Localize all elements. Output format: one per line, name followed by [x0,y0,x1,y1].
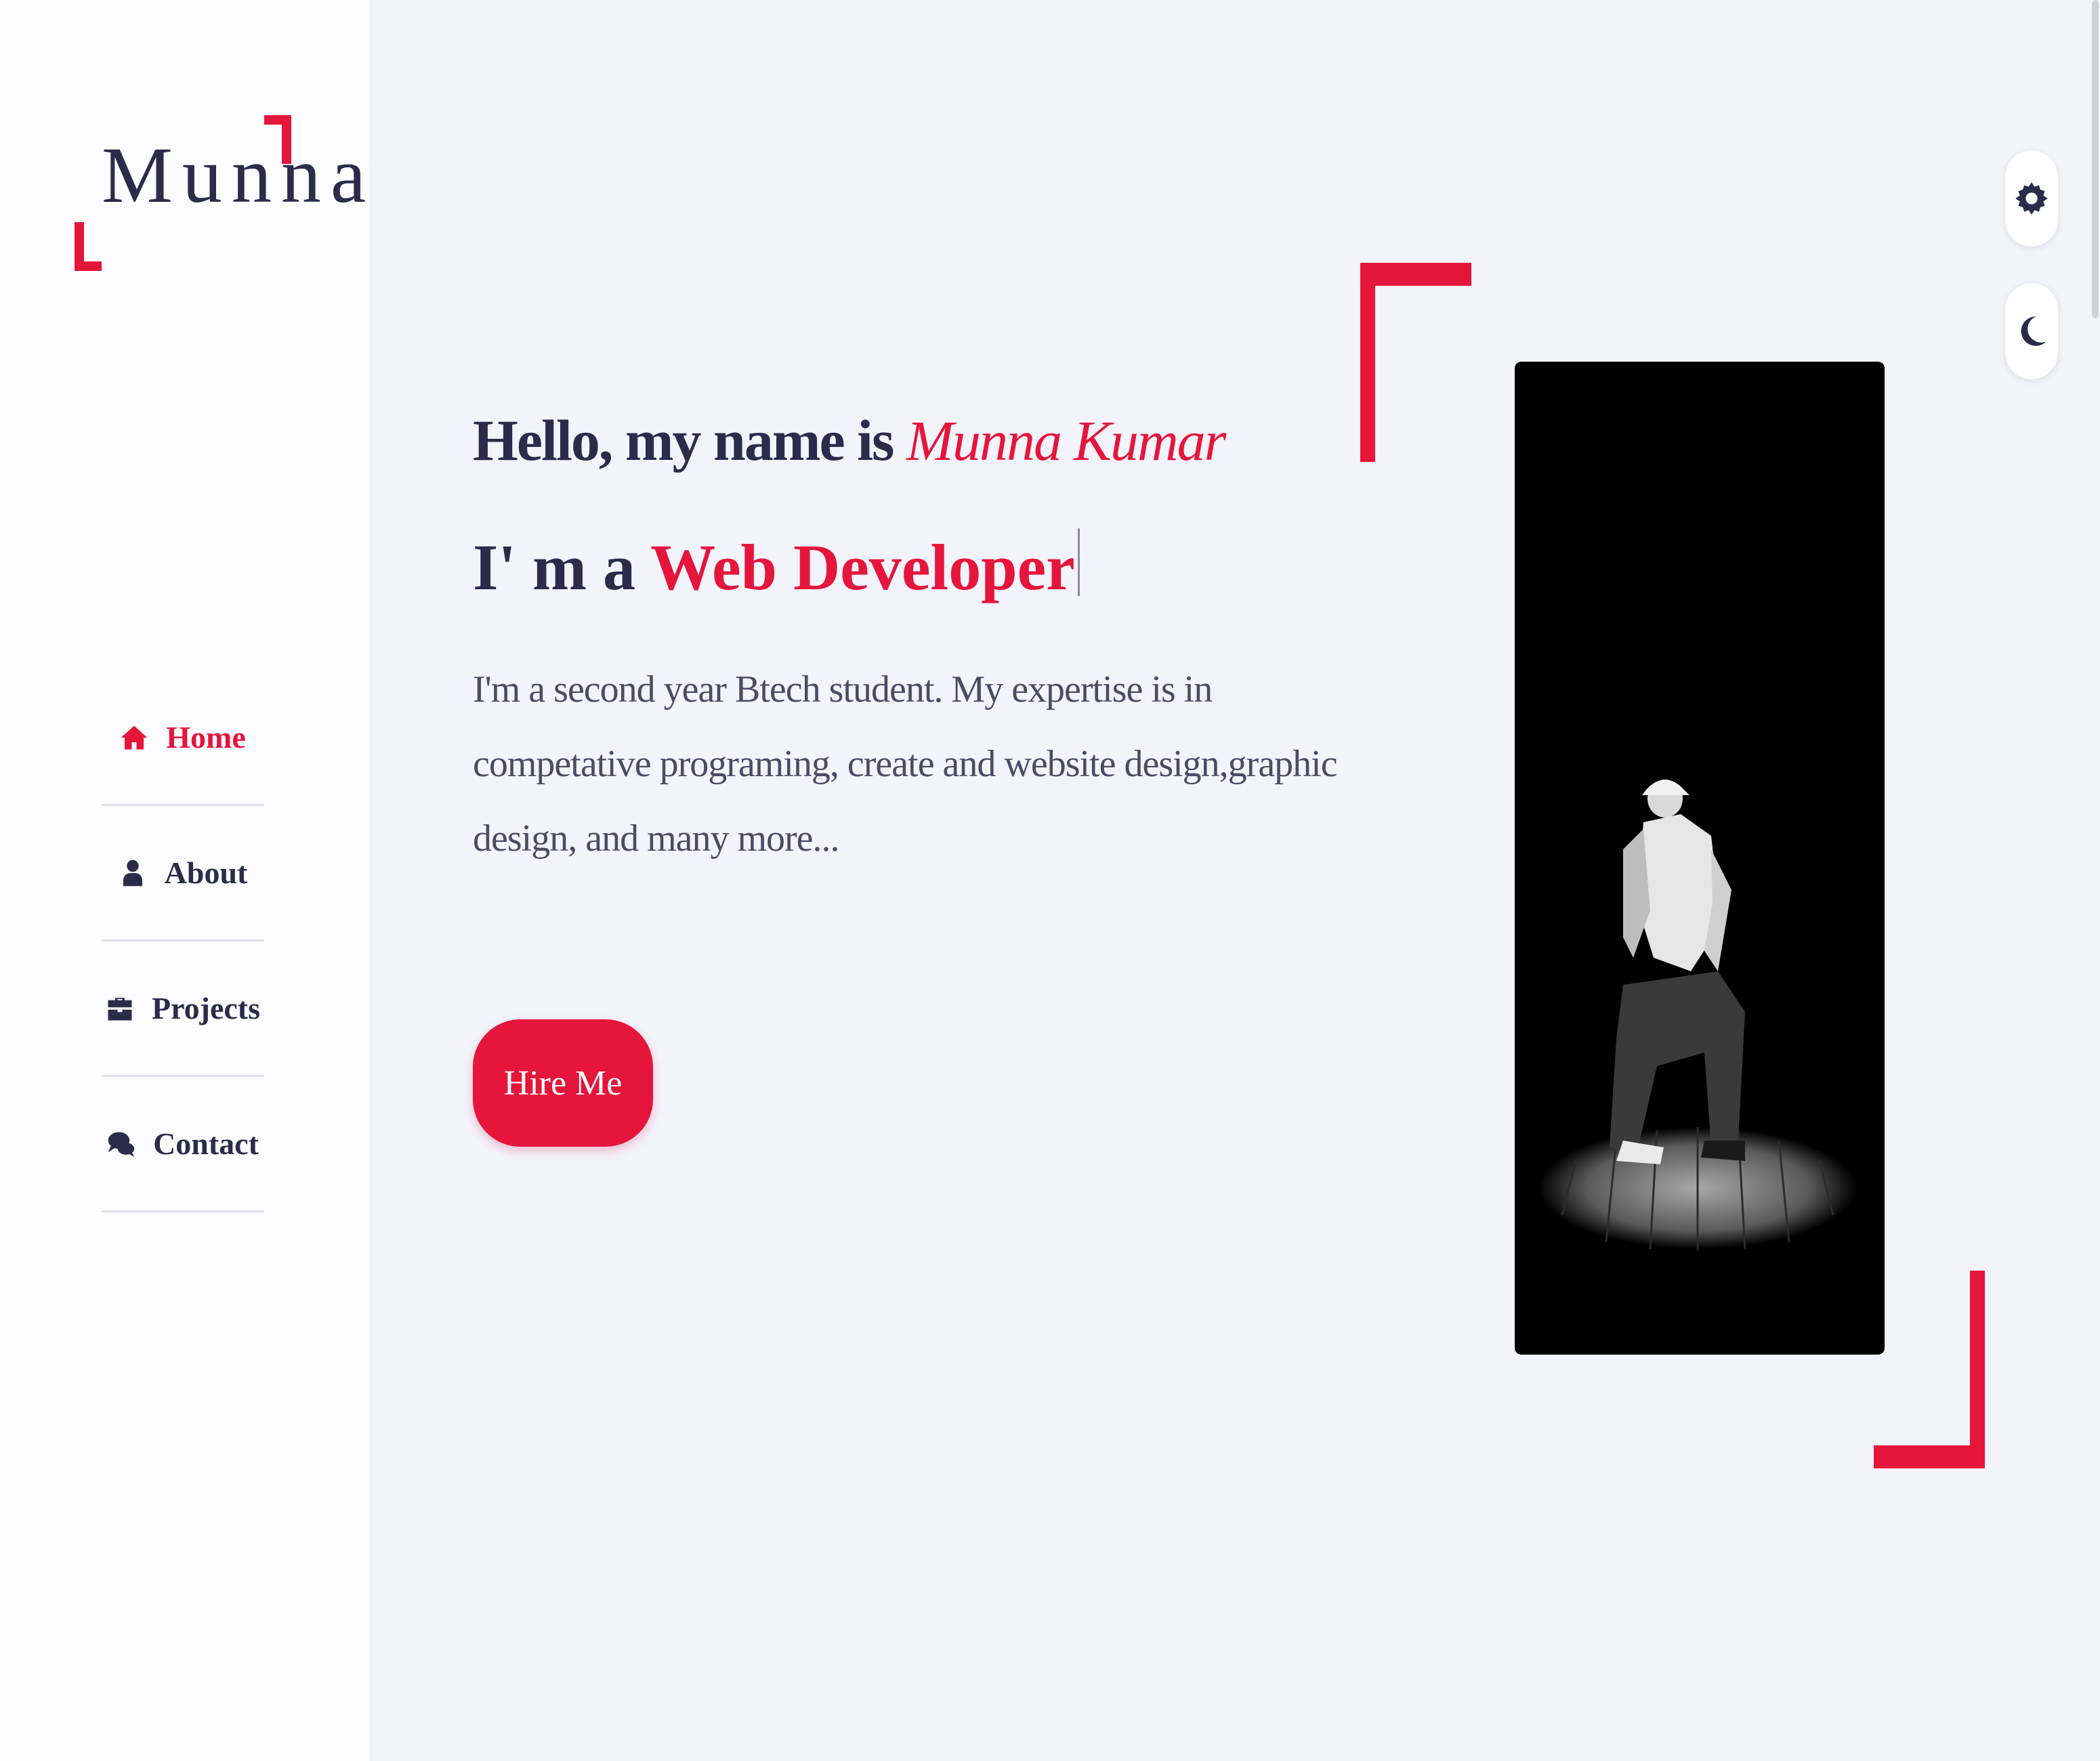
nav-item-label: About [164,855,248,890]
typing-cursor [1077,528,1080,596]
logo[interactable]: Munna [75,115,366,271]
chat-icon [108,1132,135,1157]
nav-item-home[interactable]: Home [102,671,264,806]
hero-section: Hello, my name is Munna Kumar I' m a Web… [473,406,1367,1147]
main-nav: Home About Projects Contact [102,671,264,1212]
theme-toggle-button[interactable] [2005,283,2058,379]
decor-corner-bottom-right [1874,1271,1985,1468]
gear-icon [2015,182,2048,215]
profile-photo-illustration [1515,362,1885,1355]
sidebar: Munna Home About Projects Contact [0,0,371,1761]
profile-photo [1515,362,1885,1355]
hero-bio: I'm a second year Btech student. My expe… [473,669,1338,860]
user-icon [123,860,142,886]
logo-corner-bottom-left [75,222,102,271]
briefcase-icon [108,997,132,1020]
settings-button[interactable] [2005,150,2058,247]
hero-role: I' m a Web Developer [473,528,1367,605]
nav-item-about[interactable]: About [102,806,264,941]
logo-text: Munna [102,131,376,219]
nav-item-contact[interactable]: Contact [102,1077,264,1212]
scrollbar-thumb[interactable] [2092,0,2099,318]
greeting-text: Hello, my name is [473,408,894,473]
nav-item-label: Contact [153,1126,259,1161]
page-scrollbar[interactable] [2091,0,2100,1761]
hire-me-button[interactable]: Hire Me [473,1019,653,1147]
nav-item-label: Projects [151,991,261,1025]
hero-greeting: Hello, my name is Munna Kumar [473,406,1367,474]
nav-item-label: Home [166,720,246,755]
role-title: Web Developer [650,531,1075,603]
moon-icon [2021,316,2046,346]
hero-name: Munna Kumar [906,410,1226,473]
role-prefix: I' m a [473,531,635,603]
nav-item-projects[interactable]: Projects [102,941,264,1077]
home-icon [121,725,148,749]
decor-corner-top-left [1360,263,1471,462]
